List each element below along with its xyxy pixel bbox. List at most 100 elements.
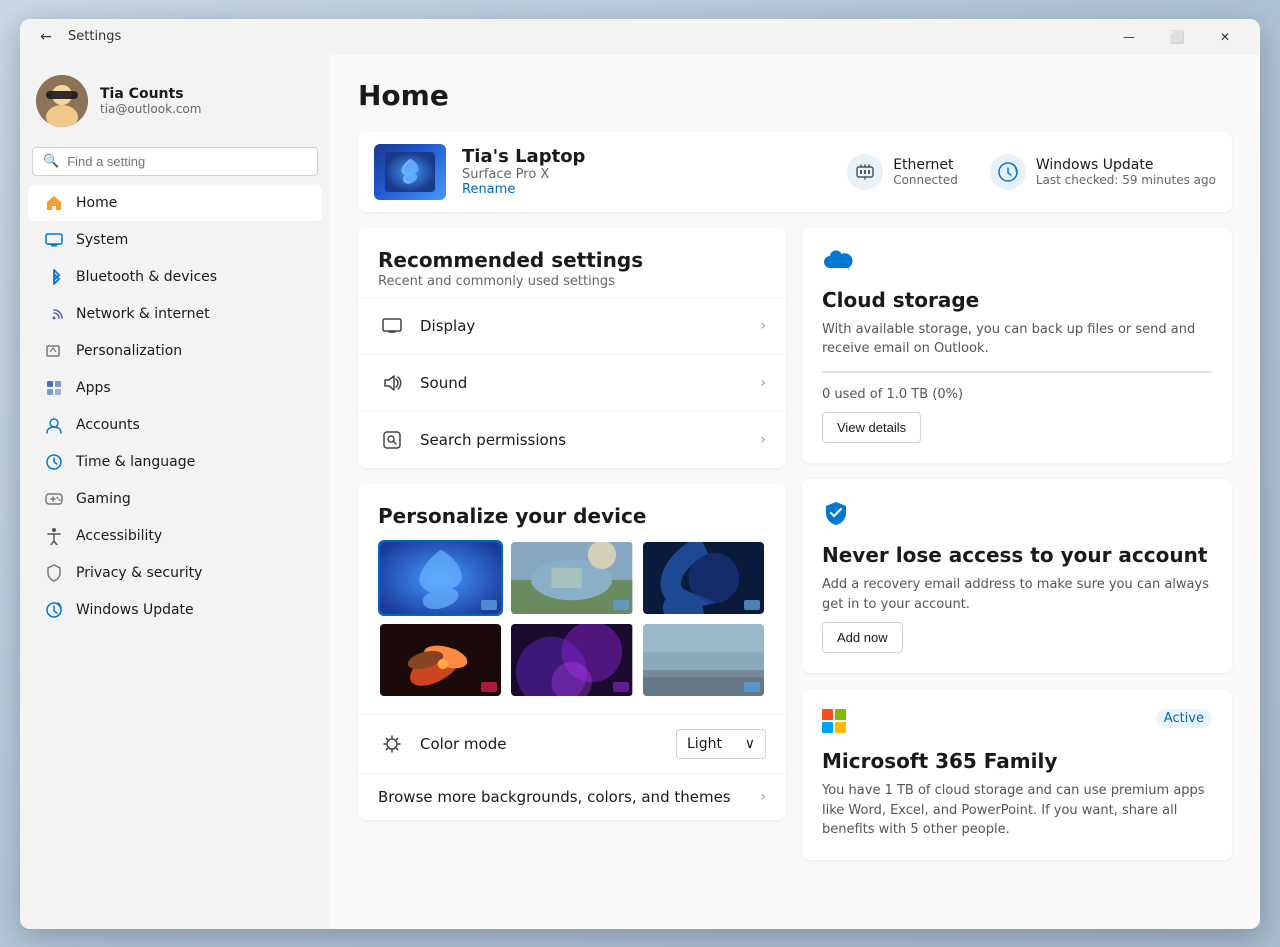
browse-chevron: › <box>760 789 766 805</box>
sidebar-item-personalization-label: Personalization <box>76 343 182 359</box>
sound-setting-row[interactable]: Sound › <box>358 354 786 411</box>
microsoft365-text: You have 1 TB of cloud storage and can u… <box>822 781 1212 840</box>
color-mode-select[interactable]: Light ∨ <box>676 729 766 759</box>
search-box[interactable]: 🔍 <box>32 147 318 176</box>
sidebar-item-apps[interactable]: Apps <box>28 370 322 406</box>
sidebar-item-network-label: Network & internet <box>76 306 210 322</box>
display-icon <box>378 312 406 340</box>
color-mode-value: Light <box>687 736 722 752</box>
view-details-button[interactable]: View details <box>822 412 921 443</box>
two-column-layout: Recommended settings Recent and commonly… <box>358 228 1232 860</box>
wallpaper-item-5[interactable] <box>509 622 634 698</box>
sidebar-item-bluetooth[interactable]: Bluetooth & devices <box>28 259 322 295</box>
add-now-button[interactable]: Add now <box>822 622 903 653</box>
rename-link[interactable]: Rename <box>462 182 831 197</box>
search-permissions-chevron: › <box>760 432 766 448</box>
cloud-storage-icon <box>822 248 1212 278</box>
display-label: Display <box>420 317 760 335</box>
accounts-icon <box>44 415 64 435</box>
display-chevron: › <box>760 318 766 334</box>
wallpaper-item-6[interactable] <box>641 622 766 698</box>
search-input[interactable] <box>67 154 307 169</box>
sidebar-item-winupdate-label: Windows Update <box>76 602 194 618</box>
recommended-settings-card: Recommended settings Recent and commonly… <box>358 228 786 468</box>
search-icon: 🔍 <box>43 154 59 169</box>
winupdate-icon <box>44 600 64 620</box>
sidebar-item-personalization[interactable]: Personalization <box>28 333 322 369</box>
system-icon <box>44 230 64 250</box>
browse-row[interactable]: Browse more backgrounds, colors, and the… <box>358 773 786 820</box>
wallpaper-item-1[interactable] <box>378 540 503 616</box>
titlebar: ← Settings — ⬜ ✕ <box>20 19 1260 55</box>
accessibility-icon <box>44 526 64 546</box>
device-name: Tia's Laptop <box>462 146 831 167</box>
storage-bar <box>822 371 1212 373</box>
sidebar-item-privacy-label: Privacy & security <box>76 565 202 581</box>
close-button[interactable]: ✕ <box>1202 19 1248 55</box>
avatar[interactable] <box>36 75 88 127</box>
wallpaper-grid <box>358 540 786 714</box>
sidebar-item-privacy[interactable]: Privacy & security <box>28 555 322 591</box>
microsoft365-card: Active Microsoft 365 Family You have 1 T… <box>802 689 1232 860</box>
ethernet-status: Ethernet Connected <box>847 154 958 190</box>
windows-update-icon <box>990 154 1026 190</box>
ethernet-icon <box>847 154 883 190</box>
display-setting-row[interactable]: Display › <box>358 297 786 354</box>
recommended-header: Recommended settings Recent and commonly… <box>358 228 786 297</box>
color-mode-row: Color mode Light ∨ <box>358 714 786 773</box>
color-mode-label: Color mode <box>420 735 676 753</box>
user-name: Tia Counts <box>100 86 201 102</box>
wallpaper-item-4[interactable] <box>378 622 503 698</box>
sidebar-item-time[interactable]: Time & language <box>28 444 322 480</box>
sound-icon <box>378 369 406 397</box>
device-bar: Tia's Laptop Surface Pro X Rename <box>358 132 1232 212</box>
sidebar-item-home-label: Home <box>76 195 117 211</box>
sidebar-item-time-label: Time & language <box>76 454 195 470</box>
recommended-subtitle: Recent and commonly used settings <box>378 274 766 289</box>
right-column: Cloud storage With available storage, yo… <box>802 228 1232 860</box>
sidebar-item-gaming-label: Gaming <box>76 491 131 507</box>
search-permissions-row[interactable]: Search permissions › <box>358 411 786 468</box>
back-button[interactable]: ← <box>32 23 60 51</box>
personalize-card: Personalize your device <box>358 484 786 820</box>
sidebar-item-system[interactable]: System <box>28 222 322 258</box>
wallpaper-indicator-2 <box>613 600 629 610</box>
sidebar-item-winupdate[interactable]: Windows Update <box>28 592 322 628</box>
status-items: Ethernet Connected <box>847 154 1216 190</box>
sidebar: Tia Counts tia@outlook.com 🔍 Home <box>20 55 330 929</box>
ethernet-text: Ethernet Connected <box>893 157 958 187</box>
windows-update-status: Windows Update Last checked: 59 minutes … <box>990 154 1216 190</box>
apps-icon <box>44 378 64 398</box>
user-email: tia@outlook.com <box>100 102 201 116</box>
user-info: Tia Counts tia@outlook.com <box>100 86 201 116</box>
sidebar-item-network[interactable]: Network & internet <box>28 296 322 332</box>
personalization-icon <box>44 341 64 361</box>
account-security-card: Never lose access to your account Add a … <box>802 479 1232 673</box>
left-column: Recommended settings Recent and commonly… <box>358 228 786 860</box>
maximize-button[interactable]: ⬜ <box>1154 19 1200 55</box>
sound-chevron: › <box>760 375 766 391</box>
sidebar-item-accessibility[interactable]: Accessibility <box>28 518 322 554</box>
user-profile: Tia Counts tia@outlook.com <box>20 67 330 143</box>
ms-logo-blue <box>822 722 833 733</box>
color-mode-chevron: ∨ <box>745 736 755 752</box>
sidebar-item-bluetooth-label: Bluetooth & devices <box>76 269 217 285</box>
sidebar-item-home[interactable]: Home <box>28 185 322 221</box>
search-permissions-label: Search permissions <box>420 431 760 449</box>
minimize-button[interactable]: — <box>1106 19 1152 55</box>
wallpaper-item-3[interactable] <box>641 540 766 616</box>
cloud-storage-title: Cloud storage <box>822 288 1212 312</box>
cloud-storage-card: Cloud storage With available storage, yo… <box>802 228 1232 464</box>
wallpaper-indicator-6 <box>744 682 760 692</box>
wallpaper-indicator-5 <box>613 682 629 692</box>
cloud-storage-text: With available storage, you can back up … <box>822 320 1212 359</box>
device-model: Surface Pro X <box>462 167 831 182</box>
wallpaper-item-2[interactable] <box>509 540 634 616</box>
ms-logo-green <box>835 709 846 720</box>
window-controls: — ⬜ ✕ <box>1106 19 1248 55</box>
sidebar-item-accounts[interactable]: Accounts <box>28 407 322 443</box>
browse-label: Browse more backgrounds, colors, and the… <box>378 788 760 806</box>
wallpaper-selected-indicator <box>481 600 497 610</box>
sidebar-item-gaming[interactable]: Gaming <box>28 481 322 517</box>
wallpaper-indicator-4 <box>481 682 497 692</box>
